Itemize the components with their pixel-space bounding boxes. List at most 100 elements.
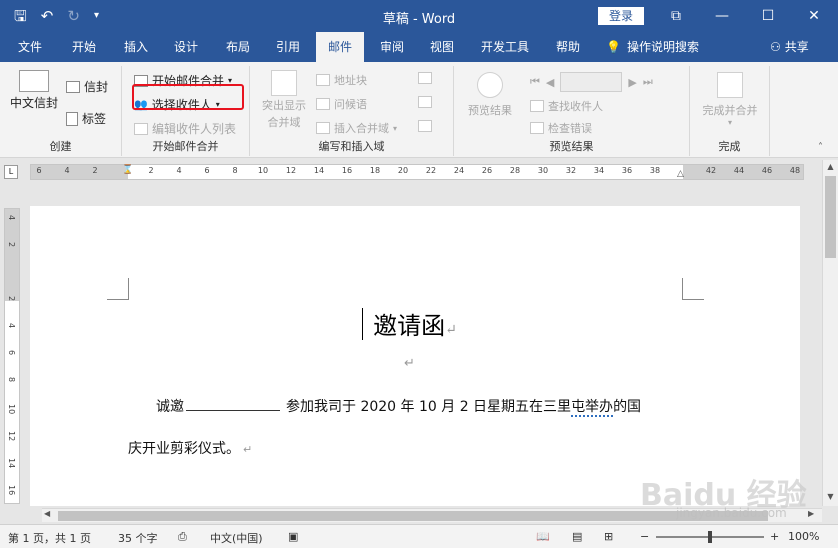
proofing-icon[interactable]: ⎙: [178, 530, 187, 544]
tab-stop-selector[interactable]: L: [4, 165, 18, 179]
word-count[interactable]: 35 个字: [118, 530, 158, 546]
body-line-2[interactable]: 庆开业剪彩仪式。 ↵: [128, 438, 252, 458]
insert-merge-field-button[interactable]: 插入合并域 ▾: [316, 120, 397, 136]
tab-layout[interactable]: 布局: [216, 32, 260, 62]
read-mode-icon[interactable]: 📖: [536, 530, 550, 543]
vertical-ruler[interactable]: 4 2 2 4 6 8 10 12 14 16: [4, 208, 20, 504]
tab-mailings[interactable]: 邮件: [316, 32, 364, 62]
horizontal-ruler[interactable]: 6 4 2 2 4 6 8 10 12 14 16 18 20 22 24 26 28 30 32 34 36 38 42 4…: [30, 164, 804, 180]
document-page[interactable]: 邀请函↵ ↵ 诚邀 参加我司于 2020 年 10 月 2 日星期五在三里屯举办的…: [30, 206, 800, 506]
page-count[interactable]: 第 1 页，共 1 页: [8, 530, 91, 546]
ruler-tick-label: 46: [761, 166, 773, 175]
collapse-ribbon-icon[interactable]: ˄: [818, 142, 823, 153]
edit-recipient-list-label: 编辑收件人列表: [152, 122, 237, 136]
scroll-up-icon[interactable]: ▲: [823, 160, 838, 174]
rules-icon: [418, 72, 432, 84]
vertical-ruler-tick-label: 2: [7, 242, 16, 248]
ruler-tick-label: 42: [705, 166, 717, 175]
tab-developer[interactable]: 开发工具: [474, 32, 536, 62]
edit-recipient-list-button[interactable]: 编辑收件人列表: [134, 120, 236, 137]
scroll-down-icon[interactable]: ▼: [823, 490, 838, 504]
match-fields-button[interactable]: [418, 96, 432, 108]
tab-review[interactable]: 审阅: [370, 32, 414, 62]
ruler-tick-label: 36: [621, 166, 633, 175]
web-layout-icon[interactable]: ⊞: [604, 530, 613, 543]
body-line-1[interactable]: 诚邀 参加我司于 2020 年 10 月 2 日星期五在三里屯举办的国: [156, 396, 642, 417]
group-preview-results: 预览结果 ⏮ ◀ ▶ ⏭ 查找收件人 检查错误 预览结果: [454, 66, 690, 156]
share-button[interactable]: ⚇ 共享: [770, 32, 809, 62]
minimize-icon[interactable]: —: [712, 6, 732, 26]
envelope-button[interactable]: 信封: [66, 78, 108, 95]
check-errors-button[interactable]: 检查错误: [530, 120, 592, 136]
group-create-label: 创建: [49, 140, 72, 153]
vertical-scroll-thumb[interactable]: [825, 176, 836, 258]
zoom-in-icon[interactable]: +: [770, 530, 779, 543]
ribbon-display-options-icon[interactable]: ⧉: [666, 6, 686, 26]
print-layout-icon[interactable]: ▤: [572, 530, 582, 543]
labels-label: 标签: [82, 112, 107, 126]
share-label: 共享: [784, 40, 809, 54]
record-number-input[interactable]: [560, 72, 623, 92]
maximize-icon[interactable]: ☐: [758, 6, 778, 26]
ruler-tick-label: 24: [453, 166, 465, 175]
zoom-level[interactable]: 100%: [788, 530, 819, 543]
ruler-tick-label: 32: [565, 166, 577, 175]
finish-merge-icon: [717, 72, 743, 98]
right-indent-marker-icon[interactable]: △: [677, 169, 684, 179]
greeting-line-icon: [316, 98, 330, 110]
tell-me-search[interactable]: 💡 操作说明搜索: [606, 32, 699, 62]
ruler-tick-label: 8: [232, 166, 238, 175]
highlight-merge-fields-button[interactable]: 突出显示 合并域: [258, 70, 310, 130]
language-indicator[interactable]: 中文(中国): [210, 530, 263, 546]
paragraph-mark: ↵: [243, 443, 253, 456]
tab-help[interactable]: 帮助: [546, 32, 590, 62]
close-icon[interactable]: ✕: [804, 6, 824, 26]
scroll-right-icon[interactable]: ▶: [808, 509, 814, 518]
invite-word: 诚邀: [156, 399, 184, 415]
address-block-button[interactable]: 地址块: [316, 72, 367, 88]
insert-merge-field-label: 插入合并域: [334, 122, 389, 135]
spelling-flag: 屯举办: [571, 399, 614, 417]
greeting-line-button[interactable]: 问候语: [316, 96, 367, 112]
tab-design[interactable]: 设计: [164, 32, 208, 62]
vertical-scrollbar[interactable]: ▲ ▼: [822, 160, 838, 506]
last-record-icon[interactable]: ⏭: [643, 75, 653, 89]
previous-record-icon[interactable]: ◀: [546, 76, 554, 89]
vertical-ruler-tick-label: 4: [7, 215, 16, 221]
crop-mark-top-left: [107, 278, 129, 300]
document-heading[interactable]: 邀请函↵: [30, 306, 800, 341]
record-navigation: ⏮ ◀ ▶ ⏭: [530, 72, 653, 92]
indent-marker-icon[interactable]: ⌛: [122, 165, 133, 175]
invite-text-end: 的国: [613, 399, 642, 415]
zoom-out-icon[interactable]: −: [640, 530, 649, 543]
ribbon-tabs: 文件 开始 插入 设计 布局 引用 邮件 审阅 视图 开发工具 帮助 💡 操作说…: [0, 32, 838, 62]
rules-button[interactable]: [418, 72, 432, 84]
ruler-tick-label: 12: [285, 166, 297, 175]
heading-text: 邀请函: [373, 312, 446, 340]
tab-insert[interactable]: 插入: [114, 32, 158, 62]
vertical-ruler-tick-label: 6: [7, 350, 16, 356]
login-button[interactable]: 登录: [598, 7, 644, 25]
finish-merge-button[interactable]: 完成并合并 ▾: [698, 72, 762, 127]
find-recipient-button[interactable]: 查找收件人: [530, 98, 603, 114]
label-icon: [66, 111, 78, 126]
name-blank: [186, 399, 280, 411]
tab-home[interactable]: 开始: [62, 32, 106, 62]
update-labels-button[interactable]: [418, 120, 432, 132]
next-record-icon[interactable]: ▶: [628, 76, 636, 89]
document-canvas[interactable]: 邀请函↵ ↵ 诚邀 参加我司于 2020 年 10 月 2 日星期五在三里屯举办的…: [22, 186, 820, 506]
scroll-left-icon[interactable]: ◀: [44, 509, 50, 518]
match-fields-icon: [418, 96, 432, 108]
first-record-icon[interactable]: ⏮: [530, 75, 540, 89]
tab-file[interactable]: 文件: [8, 32, 52, 62]
macro-record-icon[interactable]: ▣: [288, 530, 298, 543]
envelope-large-icon: [19, 70, 49, 92]
labels-button[interactable]: 标签: [66, 110, 106, 127]
zoom-slider-knob[interactable]: [708, 531, 712, 543]
preview-results-button[interactable]: 预览结果: [464, 72, 516, 118]
chinese-envelope-button[interactable]: 中文信封: [8, 70, 60, 111]
tab-references[interactable]: 引用: [266, 32, 310, 62]
find-recipient-icon: [530, 100, 544, 112]
ribbon: 中文信封 信封 标签 创建 开始邮件合并 ▾ 👥 选择收件人 ▾ 编辑收件人列表…: [0, 62, 838, 158]
tab-view[interactable]: 视图: [420, 32, 464, 62]
